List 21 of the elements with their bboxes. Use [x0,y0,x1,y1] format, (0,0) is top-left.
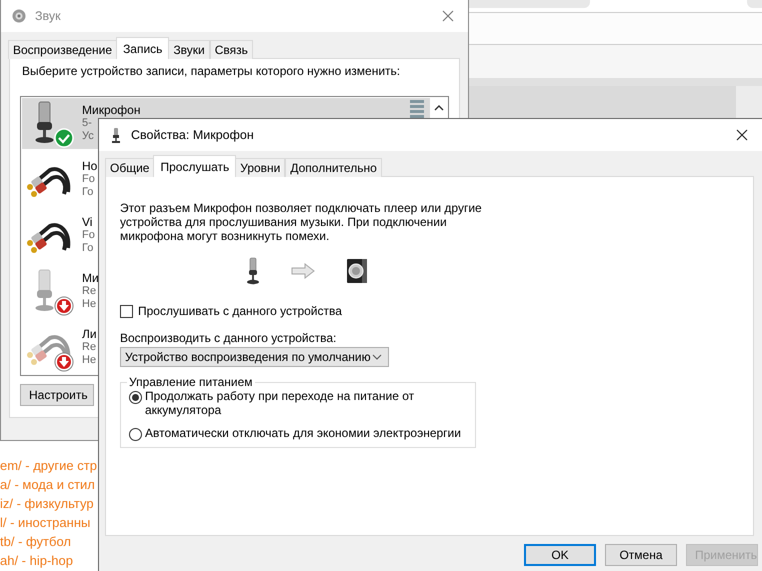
group-title: Управление питанием [128,375,254,389]
window-title: Звук [35,9,62,23]
device-status: Ус [82,130,94,143]
description-text: Этот разъем Микрофон позволяет подключать плеер или другие устройства для прослушивания музыки. При подключении микрофона могут возникнуть помехи. [120,201,483,243]
device-status: Го [82,242,94,255]
device-status: Не [82,298,96,311]
window-title: Свойства: Микрофон [131,128,255,142]
device-name: Но [82,160,98,173]
device-name: Микрофон [82,104,140,117]
device-description: Fo [82,229,95,242]
playback-label: Воспроизводить с данного устройства: [120,331,338,345]
device-name: Vi [82,216,92,229]
device-description: 5- [82,117,92,130]
device-name: Ми [82,272,99,285]
device-status: Не [82,354,96,367]
device-name: Ли [82,328,97,341]
device-status: Го [82,186,94,199]
device-description: Fo [82,173,95,186]
device-description: Re [82,285,96,298]
device-description: Re [82,341,96,354]
instruction-text: Выберите устройство записи, параметры которого нужно изменить: [21,64,402,78]
